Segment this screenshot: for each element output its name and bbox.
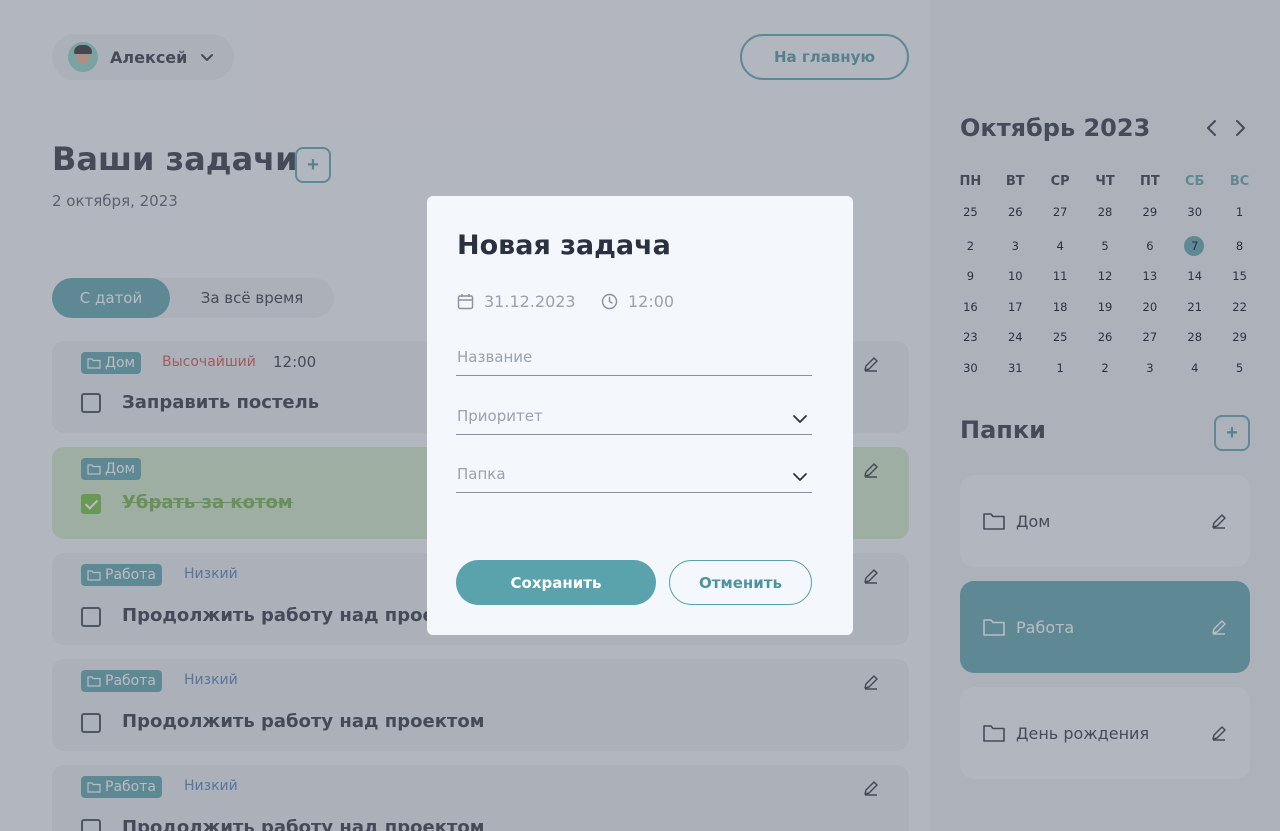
new-task-dialog: Новая задача 31.12.2023 12:00 Название П… [427,196,853,635]
priority-select[interactable]: Приоритет [456,405,812,435]
priority-placeholder: Приоритет [457,407,543,425]
save-button[interactable]: Сохранить [456,560,656,605]
time-picker[interactable]: 12:00 [601,292,674,311]
task-date: 31.12.2023 [484,292,576,311]
chevron-down-icon [793,415,807,423]
date-picker[interactable]: 31.12.2023 [457,292,576,311]
calendar-icon [457,294,474,310]
task-time: 12:00 [628,292,675,311]
name-placeholder: Название [457,348,533,366]
cancel-button[interactable]: Отменить [669,560,812,605]
folder-placeholder: Папка [457,465,506,483]
clock-icon [601,293,618,310]
chevron-down-icon [793,473,807,481]
dialog-title: Новая задача [457,230,671,261]
folder-select[interactable]: Папка [456,463,812,493]
name-input[interactable]: Название [456,346,812,376]
